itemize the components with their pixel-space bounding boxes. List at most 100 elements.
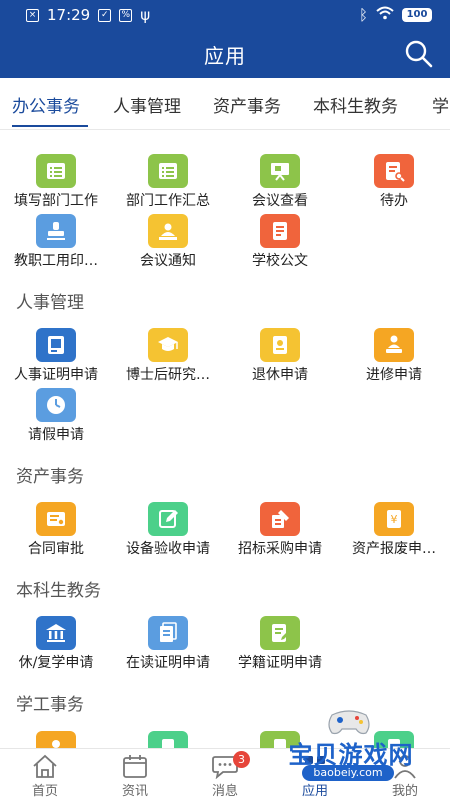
- document-search-icon: [374, 154, 414, 188]
- certificate-icon: [36, 328, 76, 362]
- tab-office-affairs[interactable]: 办公事务: [12, 92, 80, 117]
- app-staff-seal[interactable]: 教职工用印…: [0, 214, 112, 269]
- app-dept-work-summary[interactable]: 部门工作汇总: [112, 154, 224, 209]
- tab-student-affairs[interactable]: 学: [432, 92, 449, 117]
- app-meeting-notice[interactable]: 会议通知: [112, 214, 224, 269]
- app-label: 学校公文: [252, 253, 308, 269]
- asset-scrap-icon: ¥: [374, 502, 414, 536]
- app-label: 在读证明申请: [126, 655, 210, 671]
- status-time: 17:29: [47, 6, 91, 24]
- status-right: ᛒ 100: [359, 6, 432, 24]
- meeting-icon: [148, 214, 188, 248]
- section-title-assets: 资产事务: [16, 467, 84, 487]
- nav-news[interactable]: 资讯: [90, 749, 180, 800]
- notification-icon: %: [119, 8, 133, 22]
- gamepad-icon: [328, 710, 370, 735]
- app-label: 合同审批: [28, 541, 84, 557]
- app-enrollment-certificate[interactable]: 在读证明申请: [112, 616, 224, 671]
- document-icon: [148, 731, 188, 748]
- bluetooth-icon: ᛒ: [358, 6, 368, 24]
- app-label: 教职工用印…: [14, 253, 98, 269]
- app-label: 资产报废申…: [352, 541, 436, 557]
- app-label: 招标采购申请: [238, 541, 322, 557]
- clock-person-icon: [36, 388, 76, 422]
- app-todo[interactable]: 待办: [338, 154, 450, 209]
- status-bar: × 17:29 ✓ % ψ ᛒ 100: [0, 0, 450, 30]
- usb-icon: ψ: [140, 6, 151, 24]
- app-bar: 应用: [0, 30, 450, 78]
- bidding-icon: [260, 502, 300, 536]
- app-equipment-acceptance[interactable]: 设备验收申请: [112, 502, 224, 557]
- app-label: 学籍证明申请: [238, 655, 322, 671]
- nav-label: 资讯: [121, 784, 148, 799]
- active-tab-indicator: [12, 125, 88, 127]
- app-further-study[interactable]: 进修申请: [338, 328, 450, 383]
- stamp-icon: [36, 214, 76, 248]
- contract-icon: [36, 502, 76, 536]
- app-meeting-view[interactable]: 会议查看: [224, 154, 336, 209]
- app-bidding-purchase[interactable]: 招标采购申请: [224, 502, 336, 557]
- school-icon: [36, 616, 76, 650]
- app-label: 部门工作汇总: [126, 193, 210, 209]
- nav-label: 首页: [31, 784, 58, 799]
- graduation-cap-icon: [148, 328, 188, 362]
- list-icon: [148, 154, 188, 188]
- check-notification-icon: ✓: [98, 8, 112, 22]
- app-label: 人事证明申请: [14, 367, 98, 383]
- teacher-icon: [374, 328, 414, 362]
- app-label: 请假申请: [28, 427, 84, 443]
- app-list: 填写部门工作 部门工作汇总 会议查看 待办 教职工用印… 会议通知 学校公文 人…: [0, 131, 450, 748]
- nav-label: 应用: [301, 784, 328, 799]
- tab-undergraduate[interactable]: 本科生教务: [313, 92, 398, 117]
- app-label: 待办: [380, 193, 408, 209]
- list-icon: [36, 154, 76, 188]
- app-label: 退休申请: [252, 367, 308, 383]
- tab-assets[interactable]: 资产事务: [213, 92, 281, 117]
- nav-home[interactable]: 首页: [0, 749, 90, 800]
- app-suspend-resume-study[interactable]: 休/复学申请: [0, 616, 112, 671]
- watermark-url: baobeiy.com: [302, 765, 394, 781]
- calendar-icon: [123, 755, 147, 778]
- nav-messages[interactable]: 3 消息: [180, 749, 270, 800]
- home-icon: [33, 754, 57, 778]
- app-personnel-certificate[interactable]: 人事证明申请: [0, 328, 112, 383]
- close-notification-icon: ×: [26, 8, 39, 22]
- page-title: 应用: [204, 44, 246, 68]
- unread-badge: 3: [233, 751, 250, 768]
- person-icon: [36, 731, 76, 748]
- app-label: 填写部门工作: [14, 193, 98, 209]
- watermark-logo: 宝贝游戏网 baobeiy.com: [276, 705, 426, 781]
- app-school-documents[interactable]: 学校公文: [224, 214, 336, 269]
- retire-document-icon: [260, 328, 300, 362]
- app-label: 设备验收申请: [126, 541, 210, 557]
- edit-icon: [148, 502, 188, 536]
- app-student-affairs-1[interactable]: [0, 731, 112, 748]
- app-label: 会议查看: [252, 193, 308, 209]
- search-button[interactable]: [404, 39, 434, 69]
- app-label: 博士后研究…: [126, 367, 210, 383]
- document-icon: [260, 214, 300, 248]
- wifi-icon: [376, 6, 394, 24]
- app-contract-approval[interactable]: 合同审批: [0, 502, 112, 557]
- app-asset-scrap[interactable]: ¥ 资产报废申…: [338, 502, 450, 557]
- section-title-student-affairs: 学工事务: [16, 695, 84, 715]
- section-title-personnel: 人事管理: [16, 293, 84, 313]
- battery-indicator: 100: [402, 8, 432, 22]
- presentation-icon: [260, 154, 300, 188]
- tab-personnel[interactable]: 人事管理: [113, 92, 181, 117]
- documents-icon: [148, 616, 188, 650]
- app-status-certificate[interactable]: 学籍证明申请: [224, 616, 336, 671]
- category-tabs: 办公事务 人事管理 资产事务 本科生教务 学: [0, 78, 450, 130]
- search-icon: [405, 40, 433, 68]
- app-leave-request[interactable]: 请假申请: [0, 388, 112, 443]
- nav-label: 我的: [391, 784, 418, 799]
- app-label: 进修申请: [366, 367, 422, 383]
- app-fill-dept-work[interactable]: 填写部门工作: [0, 154, 112, 209]
- app-retirement[interactable]: 退休申请: [224, 328, 336, 383]
- app-label: 会议通知: [140, 253, 196, 269]
- app-postdoc[interactable]: 博士后研究…: [112, 328, 224, 383]
- app-label: 休/复学申请: [18, 655, 94, 671]
- section-title-undergraduate: 本科生教务: [16, 581, 101, 601]
- nav-label: 消息: [211, 784, 238, 799]
- app-student-affairs-2[interactable]: [112, 731, 224, 748]
